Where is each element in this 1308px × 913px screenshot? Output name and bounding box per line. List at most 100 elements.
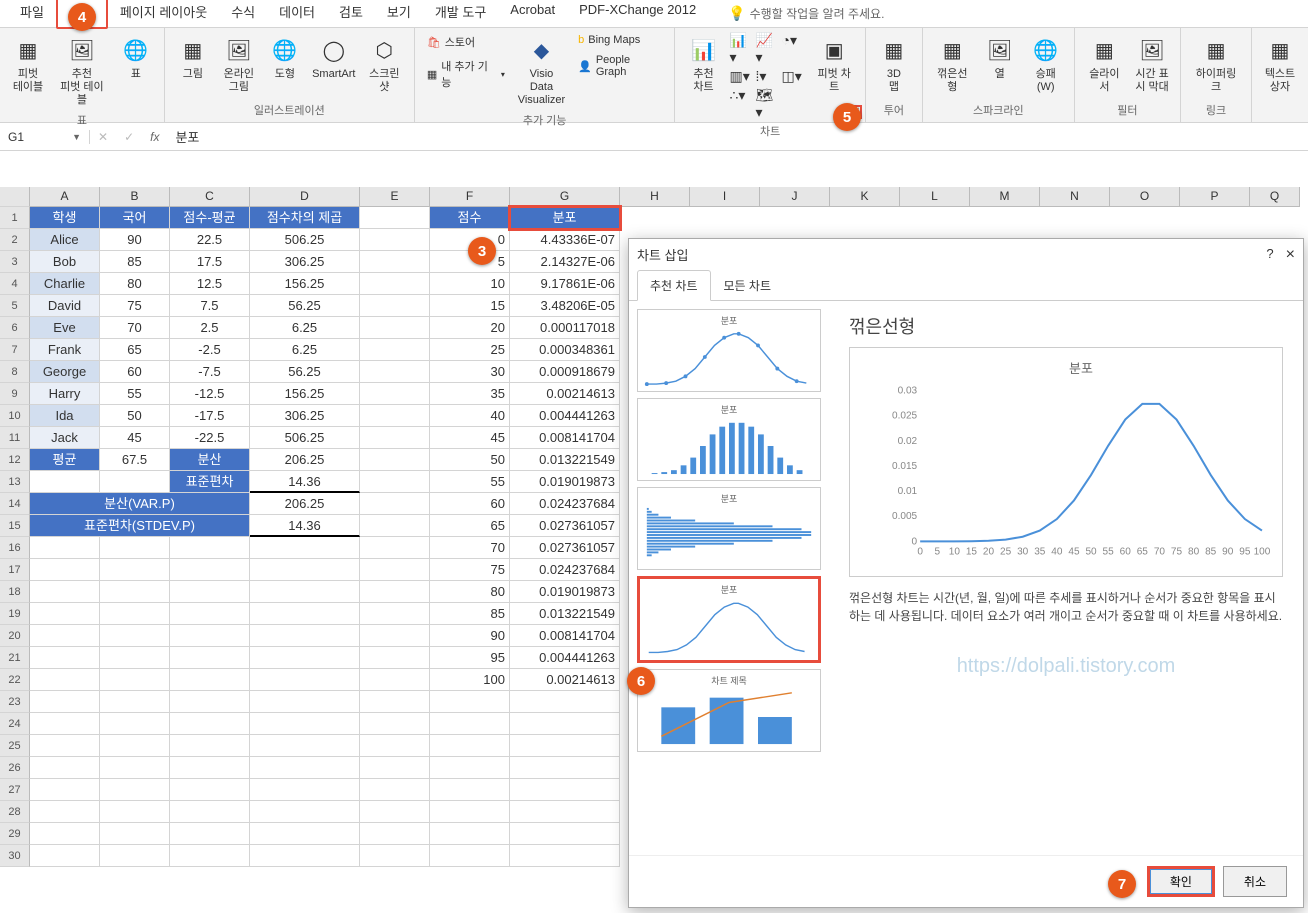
cell[interactable]	[360, 361, 430, 383]
cell[interactable]	[250, 647, 360, 669]
chart-line-icon[interactable]: 📈▾	[755, 32, 779, 66]
ribbon-btn[interactable]: ⬡스크린샷	[363, 32, 406, 96]
cell[interactable]: 분포	[510, 207, 620, 229]
row-header[interactable]: 13	[0, 471, 30, 493]
menu-보기[interactable]: 보기	[375, 0, 423, 29]
cell[interactable]: 55	[100, 383, 170, 405]
cell[interactable]	[250, 537, 360, 559]
cell[interactable]: 65	[430, 515, 510, 537]
ribbon-btn[interactable]: 🖼추천 피벗 테이블	[54, 32, 110, 110]
cell[interactable]: 9.17861E-06	[510, 273, 620, 295]
cell[interactable]	[170, 559, 250, 581]
cell[interactable]	[170, 669, 250, 691]
chart-scatter-icon[interactable]: ∴▾	[729, 87, 753, 121]
ribbon-btn[interactable]: ◯SmartArt	[311, 32, 357, 83]
chart-combo-icon[interactable]: ◫▾	[781, 68, 805, 85]
row-header[interactable]: 22	[0, 669, 30, 691]
cell[interactable]: -2.5	[170, 339, 250, 361]
name-box[interactable]: G1 ▼	[0, 130, 90, 144]
col-header-H[interactable]: H	[620, 187, 690, 206]
cell[interactable]	[100, 713, 170, 735]
dialog-titlebar[interactable]: 차트 삽입 ? ×	[629, 239, 1303, 270]
cell[interactable]: 306.25	[250, 251, 360, 273]
cell[interactable]: 20	[430, 317, 510, 339]
row-header[interactable]: 4	[0, 273, 30, 295]
cell[interactable]: 0.004441263	[510, 405, 620, 427]
cell[interactable]: 30	[430, 361, 510, 383]
cell[interactable]	[30, 471, 100, 493]
cell[interactable]: 95	[430, 647, 510, 669]
chart-map-icon[interactable]: 🗺▾	[755, 87, 779, 121]
cell[interactable]	[250, 779, 360, 801]
cell[interactable]	[360, 845, 430, 867]
cell[interactable]: 0.008141704	[510, 625, 620, 647]
cell[interactable]: 국어	[100, 207, 170, 229]
cell[interactable]	[30, 845, 100, 867]
cell[interactable]	[360, 669, 430, 691]
thumb-line-markers[interactable]: 분포	[637, 309, 821, 392]
cell[interactable]	[360, 757, 430, 779]
cell[interactable]	[250, 713, 360, 735]
cell[interactable]	[30, 625, 100, 647]
ribbon-btn[interactable]: ▦3D 맵	[874, 32, 914, 96]
tell-me-search[interactable]: 💡 수행할 작업을 알려 주세요.	[728, 5, 884, 22]
cell[interactable]: 70	[430, 537, 510, 559]
cell[interactable]	[100, 691, 170, 713]
cell[interactable]	[100, 581, 170, 603]
cell[interactable]: 평균	[30, 449, 100, 471]
menu-개발 도구[interactable]: 개발 도구	[423, 0, 498, 29]
cell[interactable]	[360, 251, 430, 273]
row-header[interactable]: 12	[0, 449, 30, 471]
cell[interactable]	[250, 625, 360, 647]
cell[interactable]	[360, 273, 430, 295]
ribbon-btn[interactable]: 🌐승패 (W)	[1026, 32, 1066, 96]
cell[interactable]: 206.25	[250, 493, 360, 515]
cell[interactable]: David	[30, 295, 100, 317]
row-header[interactable]: 10	[0, 405, 30, 427]
cell[interactable]: 14.36	[250, 515, 360, 537]
cell[interactable]: 0.013221549	[510, 603, 620, 625]
cell[interactable]: Harry	[30, 383, 100, 405]
cell[interactable]: 12.5	[170, 273, 250, 295]
cell[interactable]: 22.5	[170, 229, 250, 251]
cell[interactable]: 75	[100, 295, 170, 317]
chart-bar-icon[interactable]: 📊▾	[729, 32, 753, 66]
menu-수식[interactable]: 수식	[219, 0, 267, 29]
ribbon-btn[interactable]: ▦하이퍼링크	[1189, 32, 1243, 96]
cell[interactable]	[100, 845, 170, 867]
cell[interactable]: Eve	[30, 317, 100, 339]
cell[interactable]	[170, 603, 250, 625]
cell[interactable]: 506.25	[250, 229, 360, 251]
cell[interactable]	[30, 669, 100, 691]
cell[interactable]	[100, 823, 170, 845]
thumb-line-selected[interactable]: 분포	[637, 576, 821, 663]
cell[interactable]: 6.25	[250, 317, 360, 339]
cell[interactable]	[250, 801, 360, 823]
cell[interactable]	[250, 581, 360, 603]
cell[interactable]	[510, 845, 620, 867]
cell[interactable]: 분산(VAR.P)	[30, 493, 250, 515]
cell[interactable]	[510, 801, 620, 823]
cell[interactable]	[250, 757, 360, 779]
col-header-A[interactable]: A	[30, 187, 100, 206]
row-header[interactable]: 5	[0, 295, 30, 317]
cell[interactable]	[360, 405, 430, 427]
cell[interactable]: 0.004441263	[510, 647, 620, 669]
row-header[interactable]: 30	[0, 845, 30, 867]
cell[interactable]: Charlie	[30, 273, 100, 295]
cell[interactable]: 15	[430, 295, 510, 317]
cell[interactable]: -22.5	[170, 427, 250, 449]
cell[interactable]	[100, 735, 170, 757]
pivot-chart-button[interactable]: ▣ 피벗 차트	[811, 32, 856, 96]
row-header[interactable]: 3	[0, 251, 30, 273]
cell[interactable]: 50	[430, 449, 510, 471]
cell[interactable]	[30, 801, 100, 823]
cell[interactable]: 3.48206E-05	[510, 295, 620, 317]
cell[interactable]: 2.5	[170, 317, 250, 339]
cell[interactable]	[510, 823, 620, 845]
row-header[interactable]: 8	[0, 361, 30, 383]
thumb-column[interactable]: 분포	[637, 398, 821, 481]
cell[interactable]: 0.000117018	[510, 317, 620, 339]
cell[interactable]	[360, 735, 430, 757]
cell[interactable]: 7.5	[170, 295, 250, 317]
